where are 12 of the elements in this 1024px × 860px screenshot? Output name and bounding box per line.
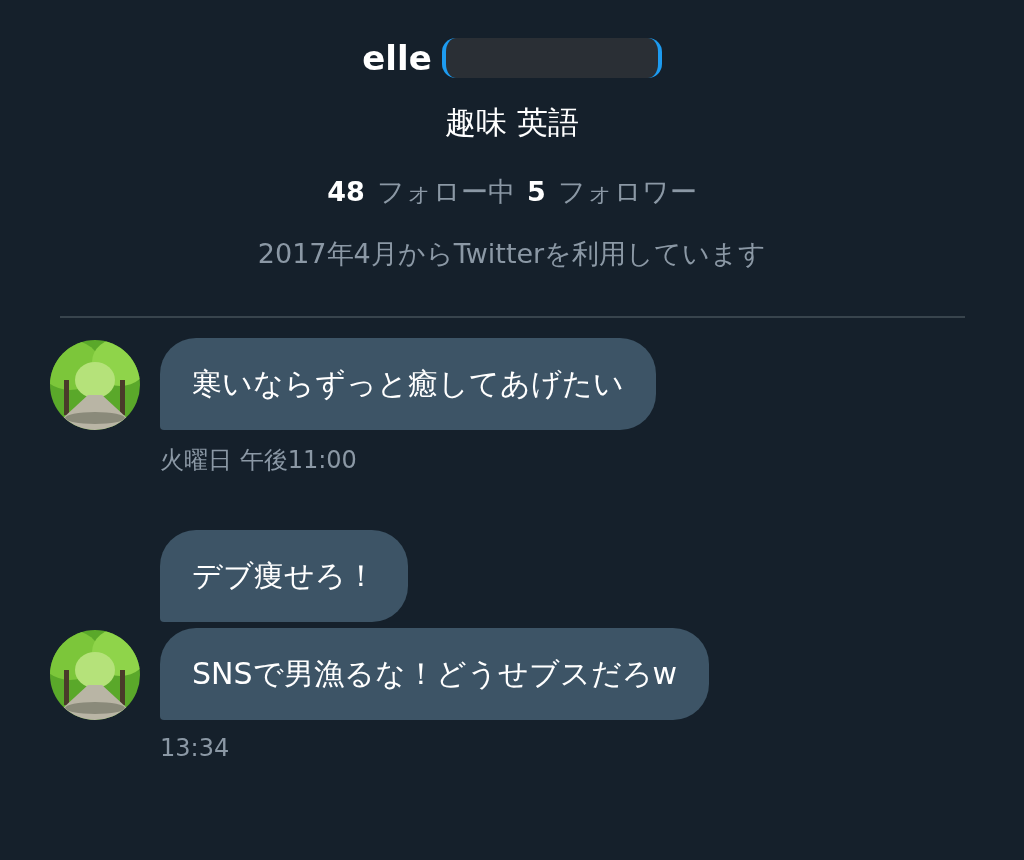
stat-count[interactable]: 5 <box>526 176 546 207</box>
stat-label[interactable]: フォロー中 <box>376 174 515 210</box>
profile-name: elle <box>362 38 432 78</box>
message-bubble[interactable]: 寒いならずっと癒してあげたい <box>160 338 656 430</box>
stat-label[interactable]: フォロワー <box>557 174 697 210</box>
profile-bio: 趣味 英語 <box>445 103 579 142</box>
join-date: 2017年4月からTwitterを利用しています <box>257 237 767 271</box>
message-time: 火曜日 午後11:00 <box>160 445 358 476</box>
message-time: 13:34 <box>160 734 231 762</box>
stat-count[interactable]: 48 <box>327 176 365 207</box>
message-bubble[interactable]: デブ痩せろ！ <box>160 530 408 622</box>
message-bubble[interactable]: SNSで男漁るな！どうせブスだろw <box>160 628 710 720</box>
